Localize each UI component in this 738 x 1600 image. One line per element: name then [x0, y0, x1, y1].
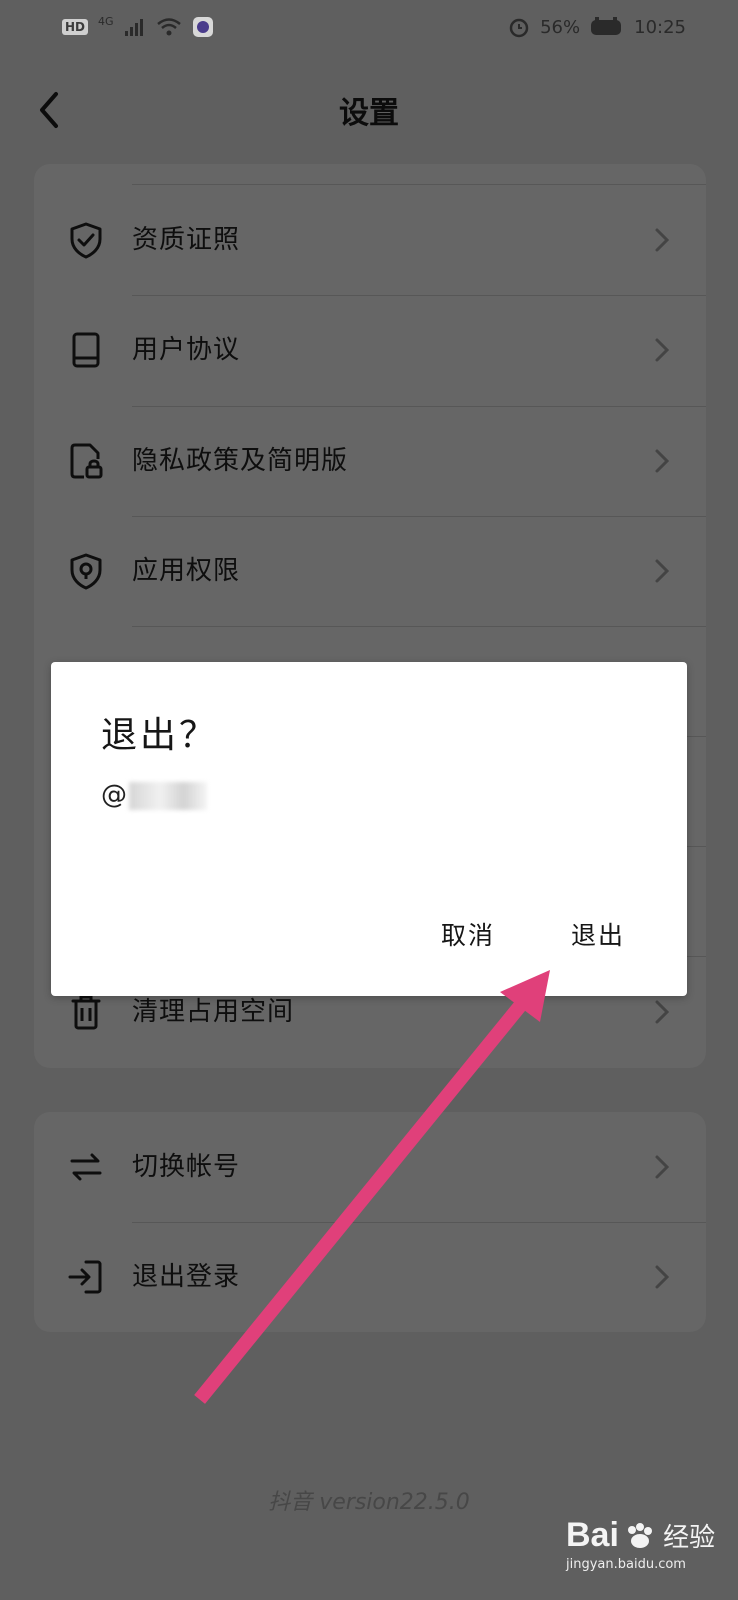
chevron-right-icon — [655, 449, 670, 473]
settings-row-label: 切换帐号 — [132, 1152, 241, 1182]
location-shield-icon — [70, 553, 102, 590]
chevron-right-icon — [655, 338, 670, 362]
settings-row-label: 应用权限 — [132, 556, 241, 586]
wifi-icon — [156, 18, 181, 36]
settings-row-label: 用户协议 — [132, 335, 241, 365]
chevron-right-icon — [655, 559, 670, 583]
chevron-right-icon — [655, 1265, 670, 1289]
shield-check-icon — [70, 222, 102, 259]
confirm-logout-button[interactable]: 退出 — [571, 916, 625, 952]
settings-row-label: 隐私政策及简明版 — [132, 446, 349, 476]
page-title: 设置 — [339, 96, 399, 131]
clock: 10:25 — [634, 16, 686, 38]
chevron-right-icon — [655, 1000, 670, 1024]
logout-icon — [68, 1260, 102, 1294]
settings-row-privacy-policy[interactable]: 隐私政策及简明版 — [34, 406, 706, 516]
baidu-watermark: Bai 经验 jingyan.baidu.com — [566, 1516, 726, 1572]
account-prefix: @ — [101, 780, 127, 810]
settings-row-label: 资质证照 — [132, 225, 241, 255]
privacy-lock-icon — [70, 443, 103, 479]
settings-row-label: 清理占用空间 — [132, 997, 295, 1027]
alarm-icon — [509, 18, 529, 38]
settings-row-label: 退出登录 — [132, 1262, 241, 1292]
settings-row-switch-account[interactable]: 切换帐号 — [34, 1112, 706, 1222]
dialog-title: 退出？ — [101, 715, 219, 756]
watermark-brand: Bai — [566, 1516, 619, 1554]
battery-icon — [591, 17, 622, 35]
chevron-right-icon — [655, 228, 670, 252]
network-type: 4G — [98, 14, 114, 28]
app-version: version22.5.0 — [319, 1490, 470, 1515]
settings-row-app-permissions[interactable]: 应用权限 — [34, 516, 706, 626]
divider — [132, 626, 706, 627]
paw-icon — [628, 1523, 653, 1548]
logout-dialog: 退出？ @ 取消 退出 — [51, 662, 687, 996]
status-bar: HD 4G 56% 10:25 — [0, 0, 738, 58]
blurred-username — [129, 781, 207, 810]
app-name: 抖音 — [268, 1490, 313, 1515]
trash-icon — [71, 995, 101, 1030]
battery-percent: 56% — [540, 16, 581, 38]
chevron-right-icon — [655, 1155, 670, 1179]
status-left: HD 4G — [62, 14, 214, 38]
watermark-url: jingyan.baidu.com — [566, 1557, 686, 1572]
dialog-account: @ — [101, 780, 207, 810]
watermark-brand-cn: 经验 — [663, 1523, 716, 1553]
cancel-button[interactable]: 取消 — [441, 916, 495, 952]
app-version-footer: 抖音 version22.5.0 — [0, 1484, 738, 1516]
app-notification-icon — [192, 17, 213, 37]
settings-row-logout[interactable]: 退出登录 — [34, 1222, 706, 1332]
settings-card-account: 切换帐号 退出登录 — [34, 1112, 706, 1332]
settings-row-user-agreement[interactable]: 用户协议 — [34, 295, 706, 405]
book-icon — [72, 332, 100, 368]
settings-row-qualification[interactable]: 资质证照 — [34, 185, 706, 295]
hd-badge: HD — [62, 19, 89, 35]
status-right: 56% 10:25 — [508, 16, 686, 38]
swap-arrows-icon — [70, 1153, 102, 1181]
signal-icon — [124, 19, 143, 36]
